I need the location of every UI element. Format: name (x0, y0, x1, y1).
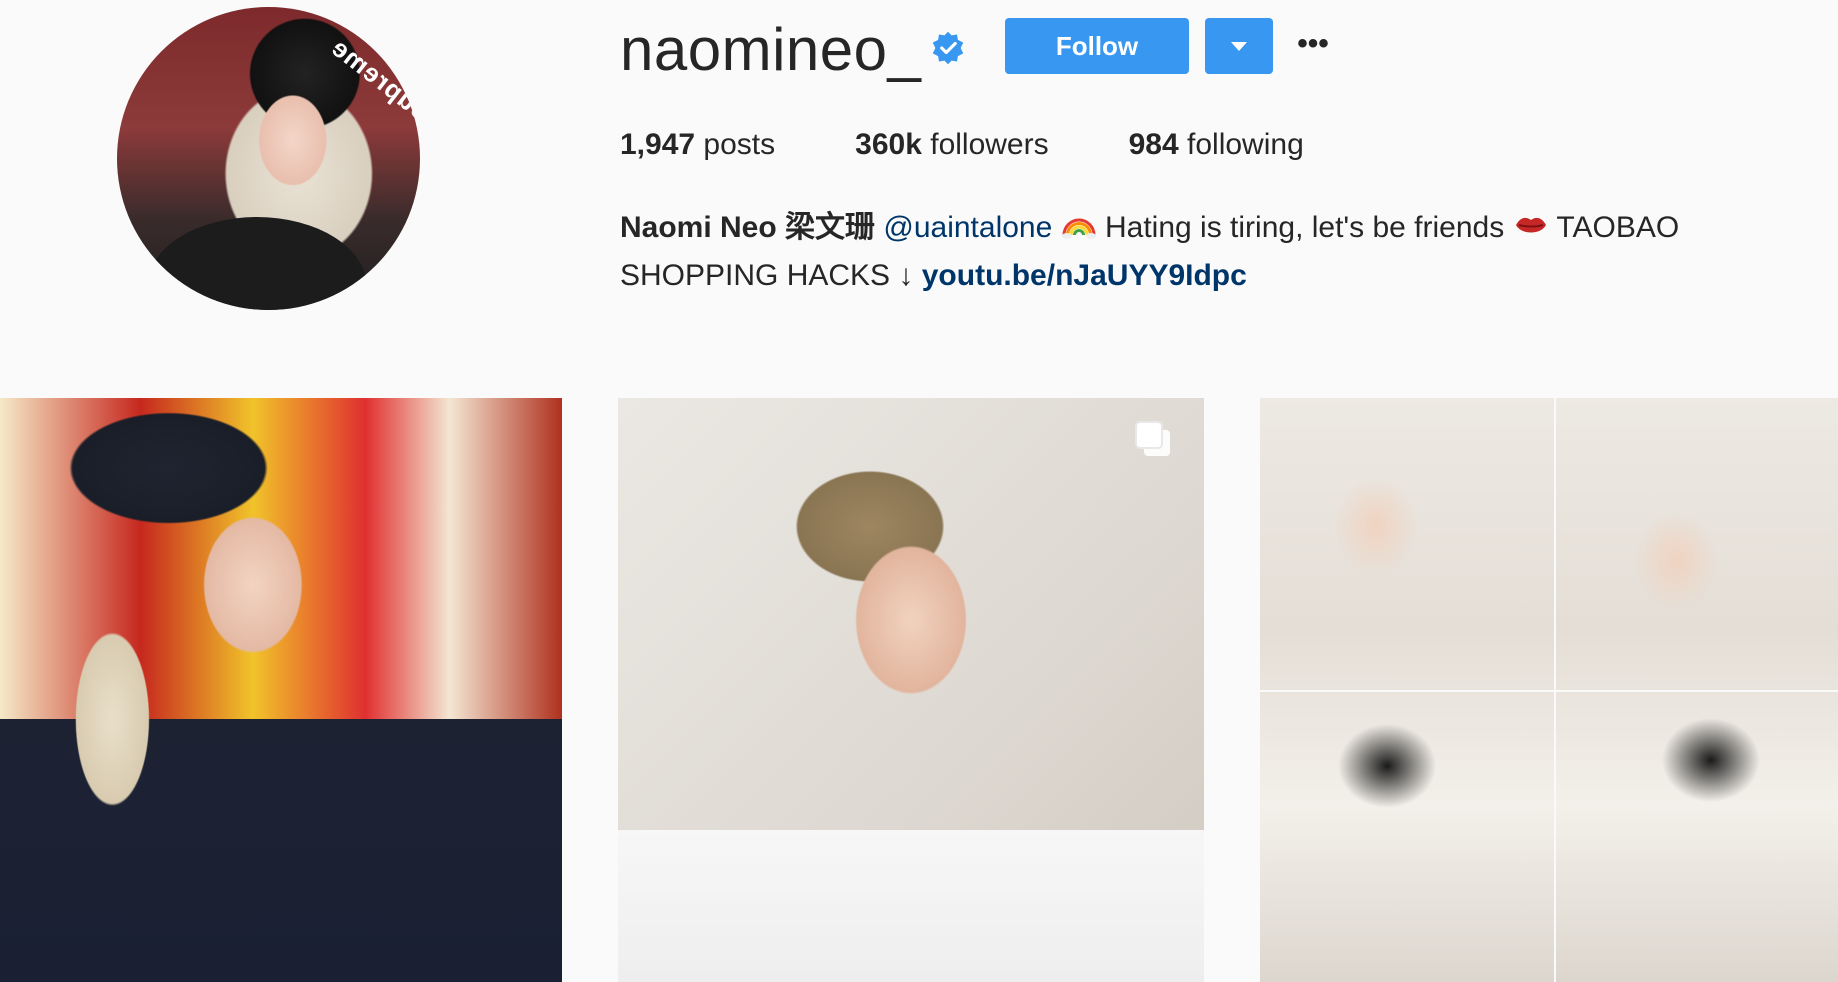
followers-count-value: 360k (855, 128, 922, 161)
following-count-label: following (1187, 128, 1304, 161)
more-options-icon[interactable]: ••• (1293, 24, 1333, 64)
posts-count-label: posts (703, 128, 776, 161)
chevron-down-icon (1231, 42, 1247, 51)
following-count[interactable]: 984 following (1129, 125, 1304, 165)
lips-emoji-icon (1515, 217, 1546, 233)
profile-stats: 1,947 posts 360k followers 984 following (620, 125, 1384, 165)
followers-count[interactable]: 360k followers (855, 125, 1048, 165)
multiple-photos-icon (1135, 421, 1170, 456)
suggested-accounts-dropdown-button[interactable] (1205, 18, 1273, 74)
post-thumbnail-3[interactable] (1260, 398, 1838, 982)
following-count-value: 984 (1128, 128, 1179, 161)
bio-full-name: Naomi Neo 梁文珊 (620, 211, 876, 244)
profile-bio: Naomi Neo 梁文珊 @uaintalone Hating is tiri… (620, 204, 1780, 300)
avatar-cap-logo: Supreme (325, 31, 420, 129)
profile-username: naomineo_ (620, 16, 922, 83)
followers-count-label: followers (930, 128, 1049, 161)
rainbow-emoji-icon (1061, 218, 1096, 239)
bio-text-1: Hating is tiring, let's be friends (1104, 211, 1505, 244)
profile-avatar[interactable]: Supreme (117, 7, 420, 310)
post-thumbnail-2[interactable] (618, 398, 1204, 982)
posts-count: 1,947 posts (620, 125, 775, 165)
post-thumbnail-1[interactable] (0, 398, 562, 982)
bio-website-link[interactable]: youtu.be/nJaUYY9Idpc (922, 259, 1247, 292)
follow-button[interactable]: Follow (1005, 18, 1189, 74)
bio-mention-link[interactable]: @uaintalone (883, 211, 1052, 244)
avatar-shirt (147, 217, 367, 310)
verified-badge-icon (932, 31, 964, 65)
posts-count-value: 1,947 (620, 128, 696, 161)
